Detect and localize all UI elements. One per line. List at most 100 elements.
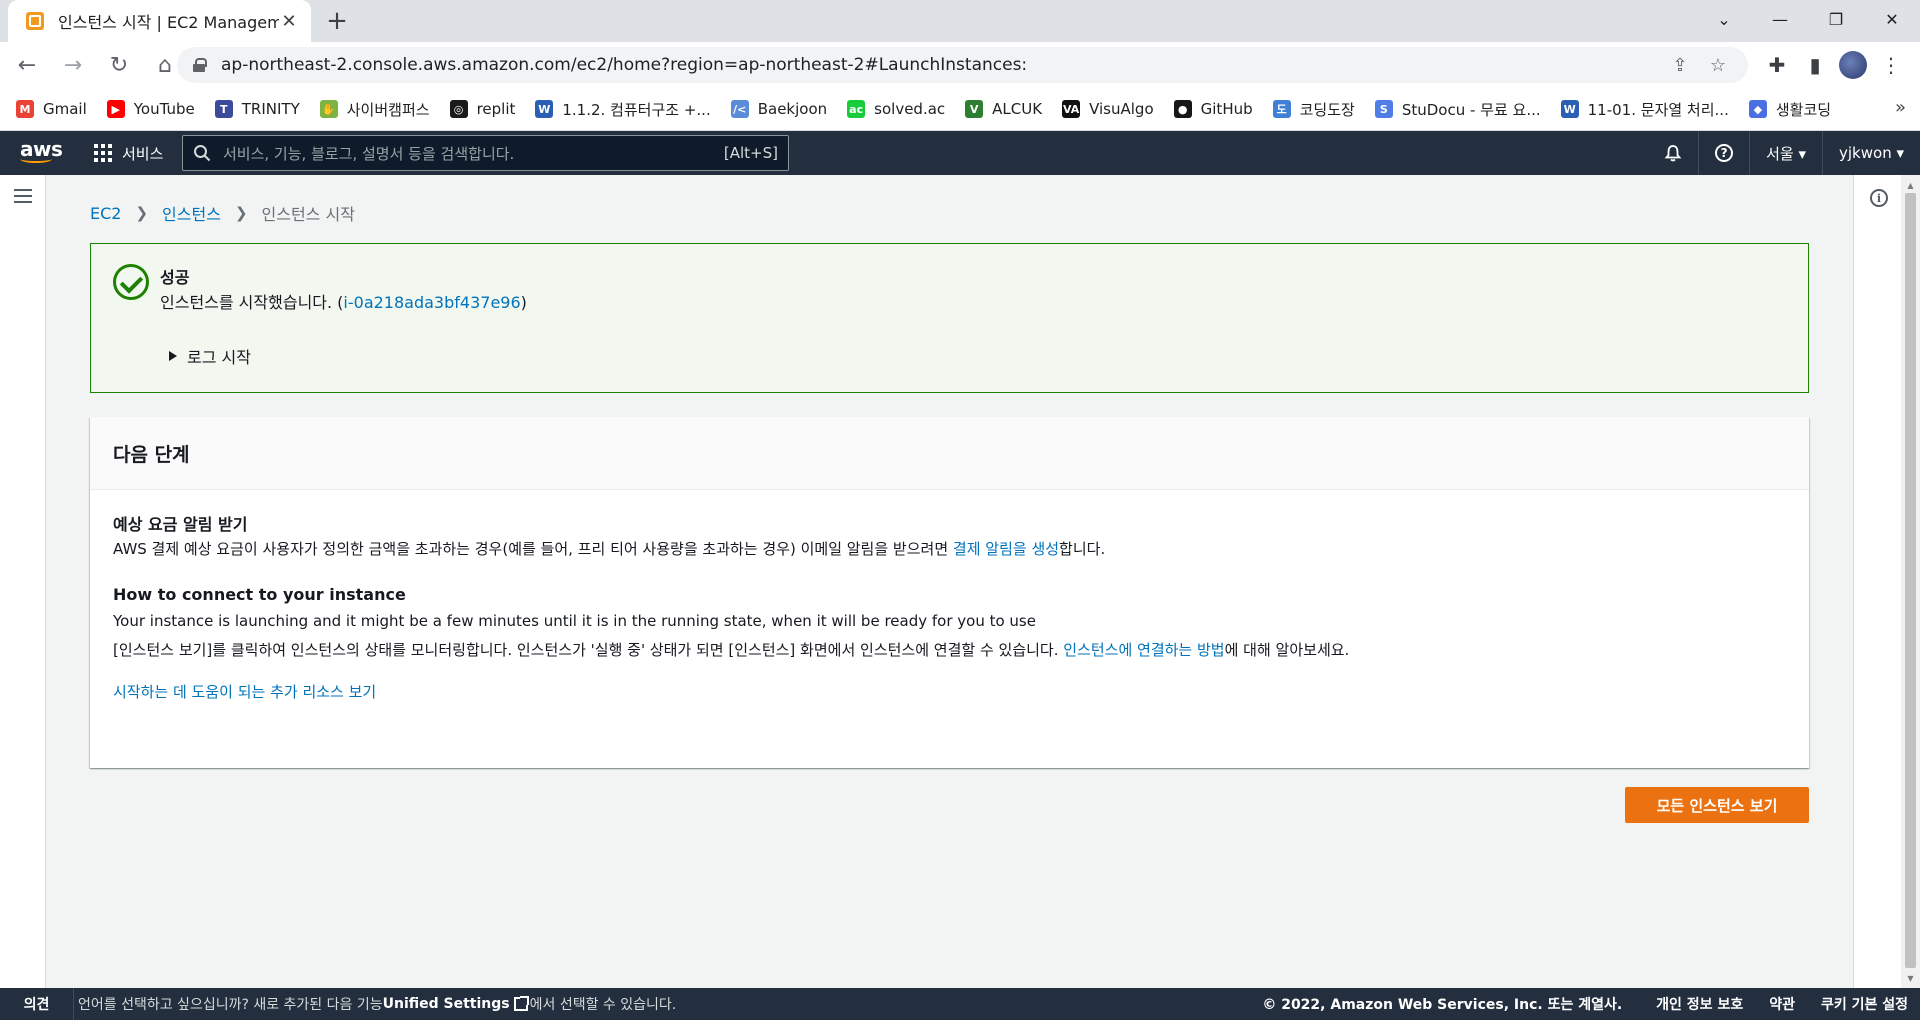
info-icon[interactable]: i (1870, 189, 1888, 207)
bookmark-item[interactable]: ac solved.ac (847, 100, 945, 118)
account-menu[interactable]: yjkwon ▾ (1822, 131, 1920, 175)
billing-alert-text: AWS 결제 예상 요금이 사용자가 정의한 금액을 초과하는 경우(예를 들어… (113, 540, 1106, 558)
back-icon[interactable]: ← (8, 46, 46, 84)
page-scrollbar[interactable]: ▲ ▼ (1901, 175, 1920, 988)
footer-language-message: 언어를 선택하고 싶으십니까? 새로 추가된 다음 기능 Unified Sett… (78, 996, 677, 1013)
bookmark-favicon-icon: W (1560, 100, 1579, 118)
bookmarks-more-icon[interactable]: » (1895, 97, 1906, 118)
bookmark-item[interactable]: ◎ replit (449, 100, 516, 118)
panel-title: 다음 단계 (113, 443, 190, 466)
success-check-icon (113, 264, 149, 300)
billing-alert-title: 예상 요금 알림 받기 (113, 515, 248, 534)
breadcrumb: EC2 ❯ 인스턴스 ❯ 인스턴스 시작 (90, 201, 355, 225)
bookmark-label: solved.ac (874, 100, 946, 118)
bookmark-label: 생활코딩 (1775, 100, 1832, 119)
connect-instance-line2: [인스턴스 보기]를 클릭하여 인스턴스의 상태를 모니터링합니다. 인스턴스가… (113, 641, 1350, 659)
unified-settings-link[interactable]: Unified Settings (383, 996, 510, 1012)
bookmark-favicon-icon: S (1374, 100, 1393, 118)
view-all-instances-button[interactable]: 모든 인스턴스 보기 (1625, 787, 1809, 823)
bookmark-item[interactable]: W 1.1.2. 컴퓨터구조 +... (535, 99, 711, 120)
scroll-down-arrow-icon[interactable]: ▼ (1901, 970, 1920, 986)
aws-logo[interactable]: aws (20, 139, 63, 165)
hamburger-menu-icon[interactable] (14, 189, 32, 203)
scroll-up-arrow-icon[interactable]: ▲ (1901, 177, 1920, 193)
breadcrumb-current: 인스턴스 시작 (261, 205, 355, 224)
bookmark-favicon-icon: ◆ (1748, 100, 1767, 118)
bookmark-label: replit (476, 100, 516, 118)
navigation-rail (0, 175, 46, 988)
bookmark-favicon-icon: ◎ (449, 100, 468, 118)
reload-icon[interactable]: ↻ (100, 46, 138, 84)
bookmark-favicon-icon: ● (1173, 100, 1192, 118)
url-text[interactable]: ap-northeast-2.console.aws.amazon.com/ec… (221, 55, 1656, 75)
extensions-puzzle-icon[interactable]: ✚ (1758, 46, 1796, 84)
notifications-bell-icon[interactable] (1648, 131, 1698, 175)
search-placeholder: 서비스, 기능, 블로그, 설명서 등을 검색합니다. (223, 144, 515, 163)
services-grid-icon (94, 144, 112, 162)
side-panel-icon[interactable]: ▮ (1796, 46, 1834, 84)
restore-icon[interactable]: ❐ (1808, 0, 1864, 38)
connect-instance-line1: Your instance is launching and it might … (113, 612, 1036, 630)
bookmark-label: Baekjoon (757, 100, 828, 118)
browser-menu-icon[interactable]: ⋮ (1872, 46, 1910, 84)
cookie-preferences-link[interactable]: 쿠키 기본 설정 (1821, 994, 1908, 1014)
bookmark-item[interactable]: ● GitHub (1173, 100, 1253, 118)
services-menu-button[interactable]: 서비스 (94, 131, 163, 175)
bookmark-label: 코딩도장 (1299, 100, 1355, 119)
console-search-input[interactable]: 서비스, 기능, 블로그, 설명서 등을 검색합니다. [Alt+S] (182, 135, 789, 171)
launch-log-expander[interactable]: 로그 시작 (169, 344, 251, 368)
copyright-text: © 2022, Amazon Web Services, Inc. 또는 계열사… (1262, 997, 1623, 1013)
header-right-menu: ? 서울 ▾ yjkwon ▾ (1648, 131, 1920, 175)
bookmark-item[interactable]: M Gmail (16, 100, 87, 118)
forward-icon[interactable]: → (54, 46, 92, 84)
bookmark-item[interactable]: V ALCUK (965, 100, 1042, 118)
breadcrumb-instances[interactable]: 인스턴스 (162, 201, 221, 225)
feedback-button[interactable]: 의견 (0, 988, 74, 1020)
bookmark-favicon-icon: T (214, 100, 233, 118)
console-footer: 의견 언어를 선택하고 싶으십니까? 새로 추가된 다음 기능 Unified S… (0, 988, 1920, 1020)
connect-instance-title: How to connect to your instance (113, 585, 406, 604)
bookmark-item[interactable]: T TRINITY (214, 100, 300, 118)
aws-console-header: aws 서비스 서비스, 기능, 블로그, 설명서 등을 검색합니다. [Alt… (0, 131, 1920, 175)
search-shortcut: [Alt+S] (723, 144, 778, 162)
profile-avatar[interactable] (1834, 46, 1872, 84)
terms-link[interactable]: 약관 (1769, 994, 1795, 1014)
bookmark-item[interactable]: ◆ 생활코딩 (1748, 99, 1832, 120)
bookmark-item[interactable]: S StuDocu - 무료 요... (1374, 99, 1541, 120)
create-billing-alert-link[interactable]: 결제 알림을 생성 (953, 540, 1059, 558)
bookmark-item[interactable]: /< Baekjoon (730, 100, 828, 118)
breadcrumb-ec2[interactable]: EC2 (90, 204, 121, 223)
bookmark-star-icon[interactable]: ☆ (1704, 51, 1732, 79)
minimize-icon[interactable]: — (1752, 0, 1808, 38)
scrollbar-thumb[interactable] (1905, 193, 1916, 968)
window-close-icon[interactable]: ✕ (1864, 0, 1920, 38)
main-content: EC2 ❯ 인스턴스 ❯ 인스턴스 시작 성공 인스턴스를 시작했습니다. (i… (47, 175, 1853, 988)
privacy-link[interactable]: 개인 정보 보호 (1656, 994, 1743, 1014)
bell-icon (1664, 145, 1682, 162)
aws-favicon-icon (26, 12, 44, 30)
bookmark-item[interactable]: 도 코딩도장 (1272, 99, 1355, 120)
search-icon (194, 145, 211, 162)
region-selector[interactable]: 서울 ▾ (1749, 131, 1822, 175)
browser-tab-active[interactable]: 인스턴스 시작 | EC2 Manageme ✕ (8, 0, 311, 42)
share-icon[interactable]: ⇪ (1666, 51, 1694, 79)
tab-search-icon[interactable]: ⌄ (1696, 0, 1752, 38)
bookmark-favicon-icon: ✋ (319, 100, 338, 118)
bookmark-item[interactable]: VA VisuAlgo (1062, 100, 1154, 118)
new-tab-icon[interactable]: + (322, 6, 352, 36)
help-icon[interactable]: ? (1698, 131, 1749, 175)
bookmark-item[interactable]: ✋ 사이버캠퍼스 (319, 99, 430, 120)
avatar (1839, 51, 1867, 79)
bookmark-item[interactable]: ▶ YouTube (106, 100, 195, 118)
how-to-connect-link[interactable]: 인스턴스에 연결하는 방법 (1063, 641, 1224, 659)
tab-close-icon[interactable]: ✕ (279, 11, 299, 32)
additional-resources-link[interactable]: 시작하는 데 도움이 되는 추가 리소스 보기 (113, 681, 376, 702)
address-bar[interactable]: ap-northeast-2.console.aws.amazon.com/ec… (177, 47, 1748, 83)
bookmark-label: Gmail (43, 100, 87, 118)
bookmark-item[interactable]: W 11-01. 문자열 처리... (1560, 99, 1729, 120)
instance-id-link[interactable]: i-0a218ada3bf437e96 (343, 293, 520, 312)
bookmark-label: VisuAlgo (1089, 100, 1154, 118)
panel-header: 다음 단계 (90, 417, 1809, 490)
lock-icon[interactable] (193, 58, 207, 72)
breadcrumb-chevron-icon: ❯ (135, 204, 149, 222)
